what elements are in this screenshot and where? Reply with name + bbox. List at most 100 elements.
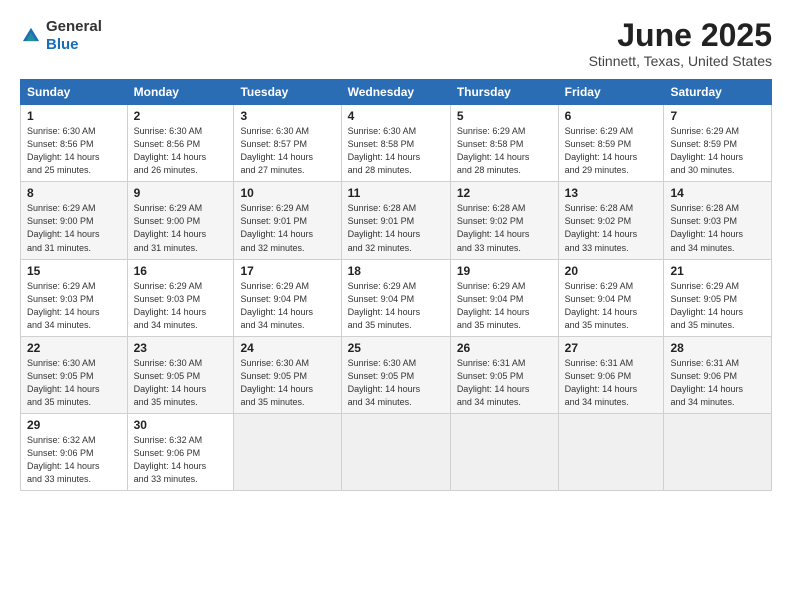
day-info: Sunrise: 6:30 AMSunset: 8:58 PMDaylight:… [348, 125, 444, 177]
day-info: Sunrise: 6:29 AMSunset: 8:58 PMDaylight:… [457, 125, 552, 177]
day-number: 7 [670, 109, 765, 123]
table-row: 5 Sunrise: 6:29 AMSunset: 8:58 PMDayligh… [450, 105, 558, 182]
day-number: 8 [27, 186, 121, 200]
day-number: 12 [457, 186, 552, 200]
table-row: 18 Sunrise: 6:29 AMSunset: 9:04 PMDaylig… [341, 259, 450, 336]
day-info: Sunrise: 6:29 AMSunset: 8:59 PMDaylight:… [670, 125, 765, 177]
day-info: Sunrise: 6:31 AMSunset: 9:06 PMDaylight:… [565, 357, 658, 409]
day-number: 5 [457, 109, 552, 123]
table-row: 3 Sunrise: 6:30 AMSunset: 8:57 PMDayligh… [234, 105, 341, 182]
col-monday: Monday [127, 80, 234, 105]
table-row: 13 Sunrise: 6:28 AMSunset: 9:02 PMDaylig… [558, 182, 664, 259]
day-number: 17 [240, 264, 334, 278]
calendar-week-row: 15 Sunrise: 6:29 AMSunset: 9:03 PMDaylig… [21, 259, 772, 336]
table-row: 9 Sunrise: 6:29 AMSunset: 9:00 PMDayligh… [127, 182, 234, 259]
day-info: Sunrise: 6:31 AMSunset: 9:05 PMDaylight:… [457, 357, 552, 409]
table-row: 27 Sunrise: 6:31 AMSunset: 9:06 PMDaylig… [558, 336, 664, 413]
calendar-table: Sunday Monday Tuesday Wednesday Thursday… [20, 79, 772, 491]
day-number: 15 [27, 264, 121, 278]
table-row: 30 Sunrise: 6:32 AMSunset: 9:06 PMDaylig… [127, 413, 234, 490]
day-number: 13 [565, 186, 658, 200]
table-row: 12 Sunrise: 6:28 AMSunset: 9:02 PMDaylig… [450, 182, 558, 259]
col-sunday: Sunday [21, 80, 128, 105]
table-row: 21 Sunrise: 6:29 AMSunset: 9:05 PMDaylig… [664, 259, 772, 336]
table-row: 29 Sunrise: 6:32 AMSunset: 9:06 PMDaylig… [21, 413, 128, 490]
day-info: Sunrise: 6:30 AMSunset: 8:56 PMDaylight:… [27, 125, 121, 177]
table-row: 6 Sunrise: 6:29 AMSunset: 8:59 PMDayligh… [558, 105, 664, 182]
day-info: Sunrise: 6:28 AMSunset: 9:02 PMDaylight:… [457, 202, 552, 254]
day-info: Sunrise: 6:29 AMSunset: 9:01 PMDaylight:… [240, 202, 334, 254]
logo-blue: Blue [46, 36, 79, 53]
day-info: Sunrise: 6:29 AMSunset: 9:04 PMDaylight:… [457, 280, 552, 332]
day-info: Sunrise: 6:32 AMSunset: 9:06 PMDaylight:… [27, 434, 121, 486]
col-tuesday: Tuesday [234, 80, 341, 105]
day-number: 19 [457, 264, 552, 278]
day-info: Sunrise: 6:31 AMSunset: 9:06 PMDaylight:… [670, 357, 765, 409]
day-number: 10 [240, 186, 334, 200]
day-info: Sunrise: 6:29 AMSunset: 9:04 PMDaylight:… [240, 280, 334, 332]
title-area: June 2025 Stinnett, Texas, United States [589, 18, 772, 69]
table-row: 23 Sunrise: 6:30 AMSunset: 9:05 PMDaylig… [127, 336, 234, 413]
main-title: June 2025 [589, 18, 772, 53]
col-thursday: Thursday [450, 80, 558, 105]
day-info: Sunrise: 6:30 AMSunset: 9:05 PMDaylight:… [240, 357, 334, 409]
table-row: 14 Sunrise: 6:28 AMSunset: 9:03 PMDaylig… [664, 182, 772, 259]
table-row: 11 Sunrise: 6:28 AMSunset: 9:01 PMDaylig… [341, 182, 450, 259]
day-info: Sunrise: 6:32 AMSunset: 9:06 PMDaylight:… [134, 434, 228, 486]
logo-general: General [46, 18, 102, 35]
day-number: 27 [565, 341, 658, 355]
table-row [664, 413, 772, 490]
page: General Blue June 2025 Stinnett, Texas, … [0, 0, 792, 612]
table-row [341, 413, 450, 490]
calendar-header-row: Sunday Monday Tuesday Wednesday Thursday… [21, 80, 772, 105]
day-info: Sunrise: 6:29 AMSunset: 9:00 PMDaylight:… [134, 202, 228, 254]
table-row: 28 Sunrise: 6:31 AMSunset: 9:06 PMDaylig… [664, 336, 772, 413]
day-number: 28 [670, 341, 765, 355]
day-info: Sunrise: 6:28 AMSunset: 9:01 PMDaylight:… [348, 202, 444, 254]
calendar-week-row: 8 Sunrise: 6:29 AMSunset: 9:00 PMDayligh… [21, 182, 772, 259]
header-area: General Blue June 2025 Stinnett, Texas, … [20, 18, 772, 69]
table-row: 2 Sunrise: 6:30 AMSunset: 8:56 PMDayligh… [127, 105, 234, 182]
day-info: Sunrise: 6:29 AMSunset: 8:59 PMDaylight:… [565, 125, 658, 177]
table-row: 19 Sunrise: 6:29 AMSunset: 9:04 PMDaylig… [450, 259, 558, 336]
table-row: 22 Sunrise: 6:30 AMSunset: 9:05 PMDaylig… [21, 336, 128, 413]
day-info: Sunrise: 6:30 AMSunset: 9:05 PMDaylight:… [348, 357, 444, 409]
table-row: 24 Sunrise: 6:30 AMSunset: 9:05 PMDaylig… [234, 336, 341, 413]
col-wednesday: Wednesday [341, 80, 450, 105]
day-number: 30 [134, 418, 228, 432]
logo: General Blue [20, 18, 102, 54]
table-row: 10 Sunrise: 6:29 AMSunset: 9:01 PMDaylig… [234, 182, 341, 259]
day-number: 18 [348, 264, 444, 278]
subtitle: Stinnett, Texas, United States [589, 53, 772, 69]
logo-icon [20, 25, 42, 47]
day-number: 16 [134, 264, 228, 278]
day-number: 25 [348, 341, 444, 355]
day-number: 23 [134, 341, 228, 355]
day-number: 2 [134, 109, 228, 123]
day-number: 22 [27, 341, 121, 355]
day-number: 9 [134, 186, 228, 200]
day-number: 6 [565, 109, 658, 123]
day-number: 24 [240, 341, 334, 355]
day-number: 20 [565, 264, 658, 278]
day-info: Sunrise: 6:30 AMSunset: 8:56 PMDaylight:… [134, 125, 228, 177]
table-row: 1 Sunrise: 6:30 AMSunset: 8:56 PMDayligh… [21, 105, 128, 182]
logo-text: General Blue [46, 18, 102, 54]
calendar-week-row: 29 Sunrise: 6:32 AMSunset: 9:06 PMDaylig… [21, 413, 772, 490]
day-info: Sunrise: 6:29 AMSunset: 9:04 PMDaylight:… [565, 280, 658, 332]
day-number: 1 [27, 109, 121, 123]
day-number: 26 [457, 341, 552, 355]
calendar-week-row: 22 Sunrise: 6:30 AMSunset: 9:05 PMDaylig… [21, 336, 772, 413]
day-info: Sunrise: 6:28 AMSunset: 9:02 PMDaylight:… [565, 202, 658, 254]
table-row: 7 Sunrise: 6:29 AMSunset: 8:59 PMDayligh… [664, 105, 772, 182]
day-info: Sunrise: 6:29 AMSunset: 9:03 PMDaylight:… [134, 280, 228, 332]
table-row: 16 Sunrise: 6:29 AMSunset: 9:03 PMDaylig… [127, 259, 234, 336]
table-row: 26 Sunrise: 6:31 AMSunset: 9:05 PMDaylig… [450, 336, 558, 413]
table-row: 17 Sunrise: 6:29 AMSunset: 9:04 PMDaylig… [234, 259, 341, 336]
day-info: Sunrise: 6:30 AMSunset: 8:57 PMDaylight:… [240, 125, 334, 177]
table-row: 25 Sunrise: 6:30 AMSunset: 9:05 PMDaylig… [341, 336, 450, 413]
day-info: Sunrise: 6:29 AMSunset: 9:00 PMDaylight:… [27, 202, 121, 254]
day-number: 21 [670, 264, 765, 278]
table-row: 8 Sunrise: 6:29 AMSunset: 9:00 PMDayligh… [21, 182, 128, 259]
col-friday: Friday [558, 80, 664, 105]
